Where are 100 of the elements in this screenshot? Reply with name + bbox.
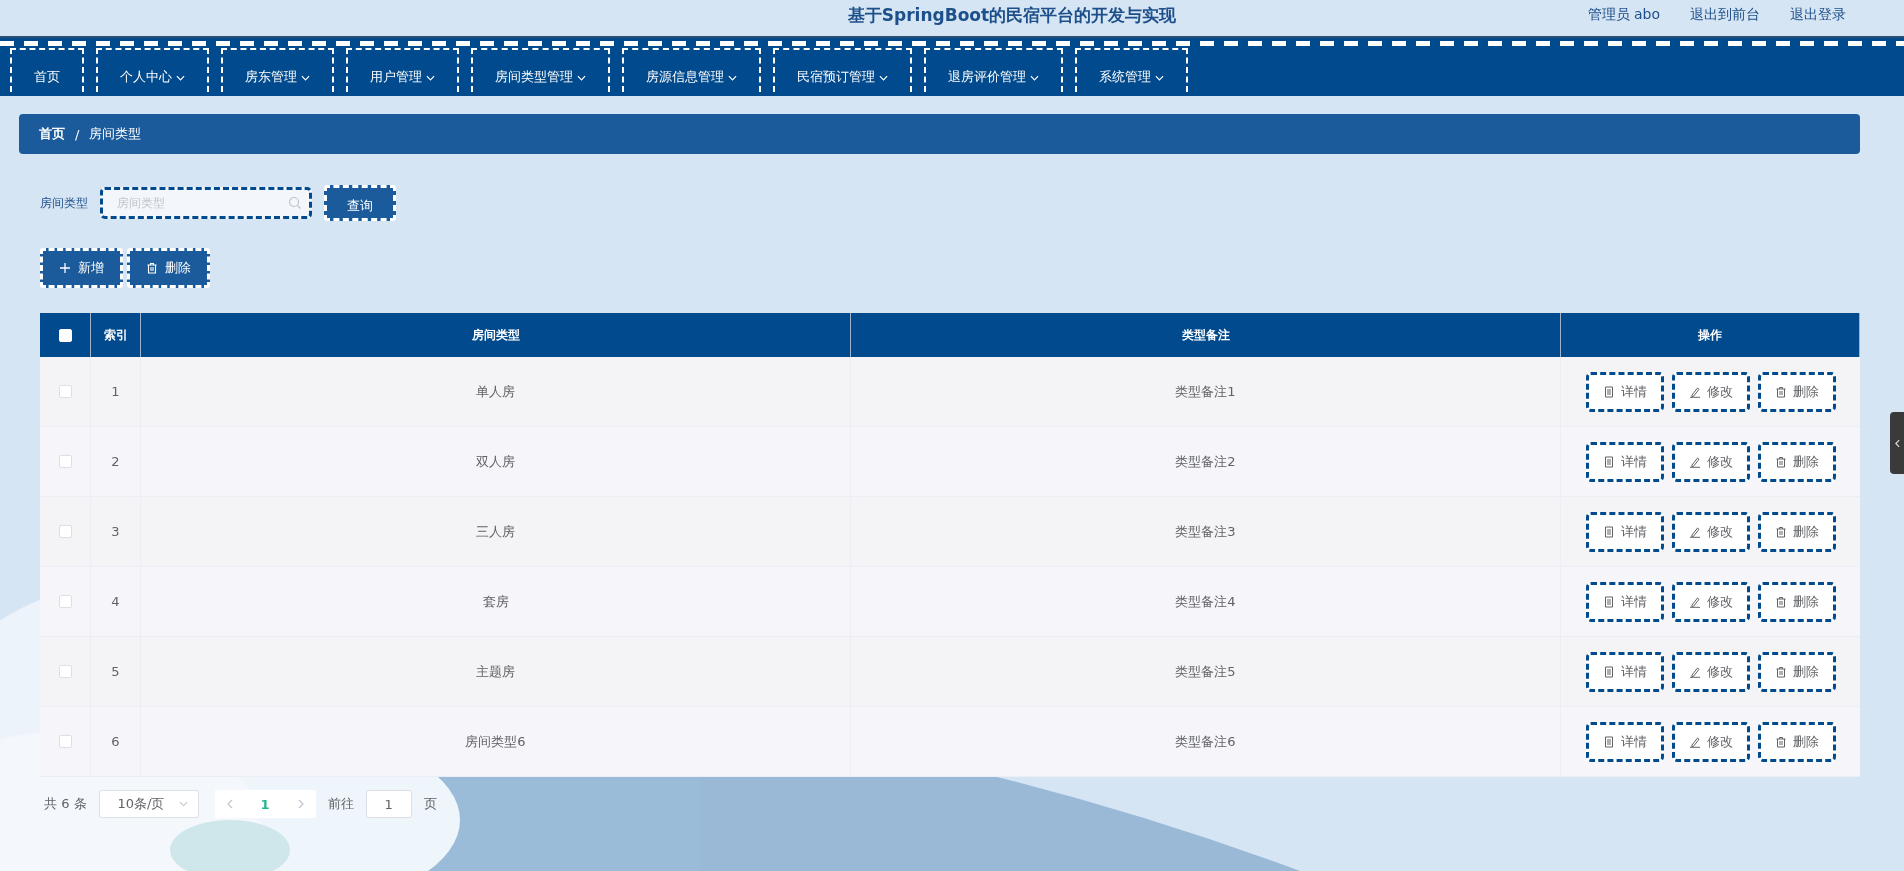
chevron-down-icon xyxy=(728,75,737,81)
trash-icon xyxy=(1774,735,1787,748)
table-cell: 1 xyxy=(111,384,120,399)
header-link[interactable]: 退出到前台 xyxy=(1690,4,1760,24)
nav-item[interactable]: 民宿预订管理 xyxy=(773,48,912,92)
nav-item[interactable]: 房源信息管理 xyxy=(622,48,761,92)
table-cell: 主题房 xyxy=(476,662,515,681)
document-icon xyxy=(1602,525,1615,538)
search-label: 房间类型 xyxy=(40,194,88,212)
row-checkbox[interactable] xyxy=(58,455,72,468)
column-header: 类型备注 xyxy=(1181,326,1230,344)
chevron-left-icon xyxy=(1894,438,1900,448)
plus-icon xyxy=(59,262,71,274)
trash-icon xyxy=(1774,595,1787,608)
toolbar-button[interactable]: 删除 xyxy=(127,248,210,288)
header-link[interactable]: 退出登录 xyxy=(1790,4,1846,24)
table-cell: 三人房 xyxy=(476,522,515,541)
document-icon xyxy=(1602,665,1615,678)
document-icon xyxy=(1602,385,1615,398)
pencil-icon xyxy=(1688,455,1701,468)
chevron-down-icon xyxy=(1155,75,1164,81)
page-suffix: 页 xyxy=(423,795,437,813)
trash-icon xyxy=(1774,385,1787,398)
goto-page-field[interactable]: 1 xyxy=(365,790,412,818)
table-cell: 单人房 xyxy=(476,382,515,401)
document-icon xyxy=(1602,595,1615,608)
row-action-button[interactable]: 详情 xyxy=(1585,441,1664,482)
table-cell: 类型备注6 xyxy=(1175,732,1236,751)
search-button[interactable]: 查询 xyxy=(324,185,396,221)
nav-item[interactable]: 个人中心 xyxy=(96,48,209,92)
row-action-button[interactable]: 详情 xyxy=(1585,581,1664,622)
row-checkbox[interactable] xyxy=(58,385,72,398)
next-page-icon[interactable] xyxy=(297,799,304,809)
row-action-button[interactable]: 详情 xyxy=(1585,721,1664,762)
row-action-button[interactable]: 修改 xyxy=(1671,511,1750,552)
pencil-icon xyxy=(1688,735,1701,748)
row-action-button[interactable]: 删除 xyxy=(1757,511,1836,552)
table-cell: 类型备注1 xyxy=(1175,382,1236,401)
row-action-button[interactable]: 详情 xyxy=(1585,651,1664,692)
table-cell: 类型备注3 xyxy=(1175,522,1236,541)
table-cell: 双人房 xyxy=(476,452,515,471)
row-action-button[interactable]: 删除 xyxy=(1757,581,1836,622)
search-icon xyxy=(288,196,302,210)
goto-label: 前往 xyxy=(327,795,354,813)
trash-icon xyxy=(1774,525,1787,538)
table-cell: 类型备注2 xyxy=(1175,452,1236,471)
previous-page-icon[interactable] xyxy=(226,799,233,809)
chevron-down-icon xyxy=(176,75,185,81)
table-cell: 6 xyxy=(111,734,120,749)
nav-item[interactable]: 房间类型管理 xyxy=(471,48,610,92)
row-action-button[interactable]: 修改 xyxy=(1671,371,1750,412)
row-checkbox[interactable] xyxy=(58,665,72,678)
row-action-button[interactable]: 删除 xyxy=(1757,441,1836,482)
chevron-down-icon xyxy=(178,801,188,807)
column-header: 房间类型 xyxy=(471,326,520,344)
pencil-icon xyxy=(1688,595,1701,608)
trash-icon xyxy=(146,262,158,274)
row-action-button[interactable]: 删除 xyxy=(1757,371,1836,412)
table-cell: 套房 xyxy=(482,592,509,611)
table-cell: 3 xyxy=(111,524,120,539)
document-icon xyxy=(1602,735,1615,748)
table-cell: 类型备注4 xyxy=(1175,592,1236,611)
table-cell: 4 xyxy=(111,594,120,609)
row-action-button[interactable]: 删除 xyxy=(1757,721,1836,762)
breadcrumb-item[interactable]: 首页 xyxy=(39,125,65,143)
row-checkbox[interactable] xyxy=(58,525,72,538)
nav-item[interactable]: 房东管理 xyxy=(221,48,334,92)
toolbar-button[interactable]: 新增 xyxy=(40,248,123,288)
page-size-select[interactable]: 10条/页 xyxy=(98,790,199,818)
row-checkbox[interactable] xyxy=(58,735,72,748)
nav-item[interactable]: 首页 xyxy=(10,48,84,92)
nav-item[interactable]: 系统管理 xyxy=(1075,48,1188,92)
trash-icon xyxy=(1774,665,1787,678)
side-panel-handle[interactable] xyxy=(1890,412,1904,474)
table-cell: 2 xyxy=(111,454,120,469)
table-cell: 类型备注5 xyxy=(1175,662,1236,681)
select-all-checkbox[interactable] xyxy=(58,328,72,342)
chevron-down-icon xyxy=(879,75,888,81)
chevron-down-icon xyxy=(1030,75,1039,81)
pencil-icon xyxy=(1688,525,1701,538)
nav-item[interactable]: 退房评价管理 xyxy=(924,48,1063,92)
document-icon xyxy=(1602,455,1615,468)
row-action-button[interactable]: 修改 xyxy=(1671,581,1750,622)
site-title: 基于SpringBoot的民宿平台的开发与实现 xyxy=(847,4,1177,26)
pencil-icon xyxy=(1688,385,1701,398)
row-action-button[interactable]: 修改 xyxy=(1671,651,1750,692)
nav-item[interactable]: 用户管理 xyxy=(346,48,459,92)
row-action-button[interactable]: 修改 xyxy=(1671,721,1750,762)
header-link[interactable]: 管理员 abo xyxy=(1587,4,1660,24)
row-checkbox[interactable] xyxy=(58,595,72,608)
row-action-button[interactable]: 详情 xyxy=(1585,511,1664,552)
chevron-down-icon xyxy=(577,75,586,81)
table-cell: 5 xyxy=(111,664,120,679)
row-action-button[interactable]: 删除 xyxy=(1757,651,1836,692)
column-header: 索引 xyxy=(103,326,128,344)
breadcrumb-separator: / xyxy=(75,126,80,142)
row-action-button[interactable]: 详情 xyxy=(1585,371,1664,412)
breadcrumb-item: 房间类型 xyxy=(89,125,142,143)
chevron-down-icon xyxy=(301,75,310,81)
row-action-button[interactable]: 修改 xyxy=(1671,441,1750,482)
